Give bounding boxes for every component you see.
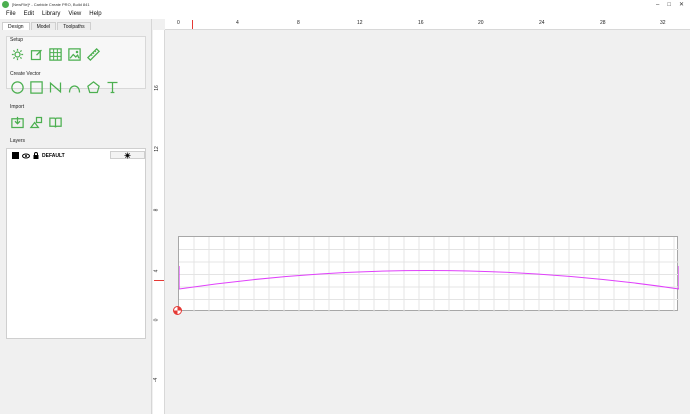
ruler-label-20: 20 (478, 20, 484, 26)
polygon-tool[interactable] (86, 80, 101, 95)
section-import-label: Import (10, 104, 25, 110)
create-vector-tools (10, 80, 120, 95)
ruler-label-4: 4 (236, 20, 239, 26)
rectangle-tool[interactable] (29, 80, 44, 95)
menu-bar: File Edit Library View Help (0, 9, 690, 19)
grid-icon (49, 48, 62, 61)
layer-name: DEFAULT (42, 152, 65, 159)
eye-icon[interactable] (22, 153, 30, 159)
ruler-cursor-marker (192, 20, 193, 29)
lock-icon[interactable] (33, 152, 39, 159)
tab-toolpaths[interactable]: Toolpaths (57, 22, 91, 30)
ruler-label-v4: 4 (153, 269, 160, 273)
text-icon (107, 81, 118, 94)
ruler-label-28: 28 (600, 20, 606, 26)
window-title: [NewFile]* - Carbide Create PRO, Build 8… (12, 2, 90, 7)
gear-icon (124, 152, 131, 158)
import-tools (10, 115, 63, 130)
ruler-label-32: 32 (660, 20, 666, 26)
gear-icon (11, 48, 24, 61)
polyline-tool[interactable] (48, 80, 63, 95)
ruler-label-12: 12 (357, 20, 363, 26)
ruler-label-16: 16 (418, 20, 424, 26)
setup-tools (10, 47, 101, 62)
menu-file[interactable]: File (6, 11, 16, 17)
grid-and-vector (178, 237, 680, 312)
left-ruler: 16 12 8 4 0 -4 (153, 30, 165, 414)
menu-library[interactable]: Library (42, 11, 60, 17)
origin-icon (173, 306, 182, 315)
pentagon-icon (87, 81, 100, 94)
layer-color-swatch[interactable] (12, 152, 19, 159)
shapes-icon (29, 116, 43, 129)
import-icon (11, 116, 24, 129)
section-setup-label: Setup (10, 37, 24, 43)
ruler-cursor-marker-v (154, 280, 164, 281)
section-create-vector-label: Create Vector (10, 71, 41, 77)
ruler-icon (86, 47, 101, 62)
edit-button[interactable] (29, 47, 44, 62)
menu-view[interactable]: View (68, 11, 81, 17)
rectangle-icon (30, 81, 43, 94)
menu-edit[interactable]: Edit (24, 11, 34, 17)
minimize-button[interactable]: – (656, 2, 659, 8)
circle-tool[interactable] (10, 80, 25, 95)
ruler-label-v8: 8 (153, 208, 160, 212)
section-layers-label: Layers (10, 138, 26, 144)
polyline-icon (49, 81, 62, 94)
image-button[interactable] (67, 47, 82, 62)
curve-icon (68, 85, 81, 93)
edit-icon (30, 49, 42, 61)
ruler-label-0: 0 (177, 20, 180, 26)
layer-settings-button[interactable] (110, 151, 145, 159)
ruler-label-vneg4: -4 (153, 377, 160, 383)
ruler-label-24: 24 (539, 20, 545, 26)
stock-workspace[interactable] (178, 236, 680, 312)
layer-row[interactable]: DEFAULT (12, 152, 65, 159)
window-controls: – □ ✕ (656, 0, 684, 9)
menu-help[interactable]: Help (89, 11, 101, 17)
circle-icon (11, 81, 24, 94)
tab-design[interactable]: Design (2, 22, 30, 30)
ruler-label-v0: 0 (153, 318, 160, 322)
title-bar: [NewFile]* - Carbide Create PRO, Build 8… (0, 0, 690, 9)
top-ruler: 0 4 8 12 16 20 24 28 32 (165, 19, 690, 30)
canvas-area[interactable]: 0 4 8 12 16 20 24 28 32 16 12 8 4 0 -4 (153, 19, 690, 414)
ruler-label-8: 8 (297, 20, 300, 26)
curve-tool[interactable] (67, 80, 82, 95)
import-shapes-button[interactable] (29, 115, 44, 130)
layers-panel: DEFAULT (6, 148, 146, 339)
ruler-label-v16: 16 (153, 85, 160, 91)
ruler-label-v12: 12 (153, 146, 160, 152)
image-icon (68, 48, 81, 61)
import-button[interactable] (10, 115, 25, 130)
panel-tabs: Design Model Toolpaths (0, 19, 151, 30)
maximize-button[interactable]: □ (667, 2, 671, 8)
book-icon (49, 117, 62, 128)
grid-button[interactable] (48, 47, 63, 62)
job-setup-button[interactable] (10, 47, 25, 62)
tab-model[interactable]: Model (30, 22, 57, 30)
measure-button[interactable] (86, 47, 101, 62)
text-tool[interactable] (105, 80, 120, 95)
close-button[interactable]: ✕ (679, 1, 684, 8)
library-button[interactable] (48, 115, 63, 130)
app-icon (2, 1, 9, 8)
